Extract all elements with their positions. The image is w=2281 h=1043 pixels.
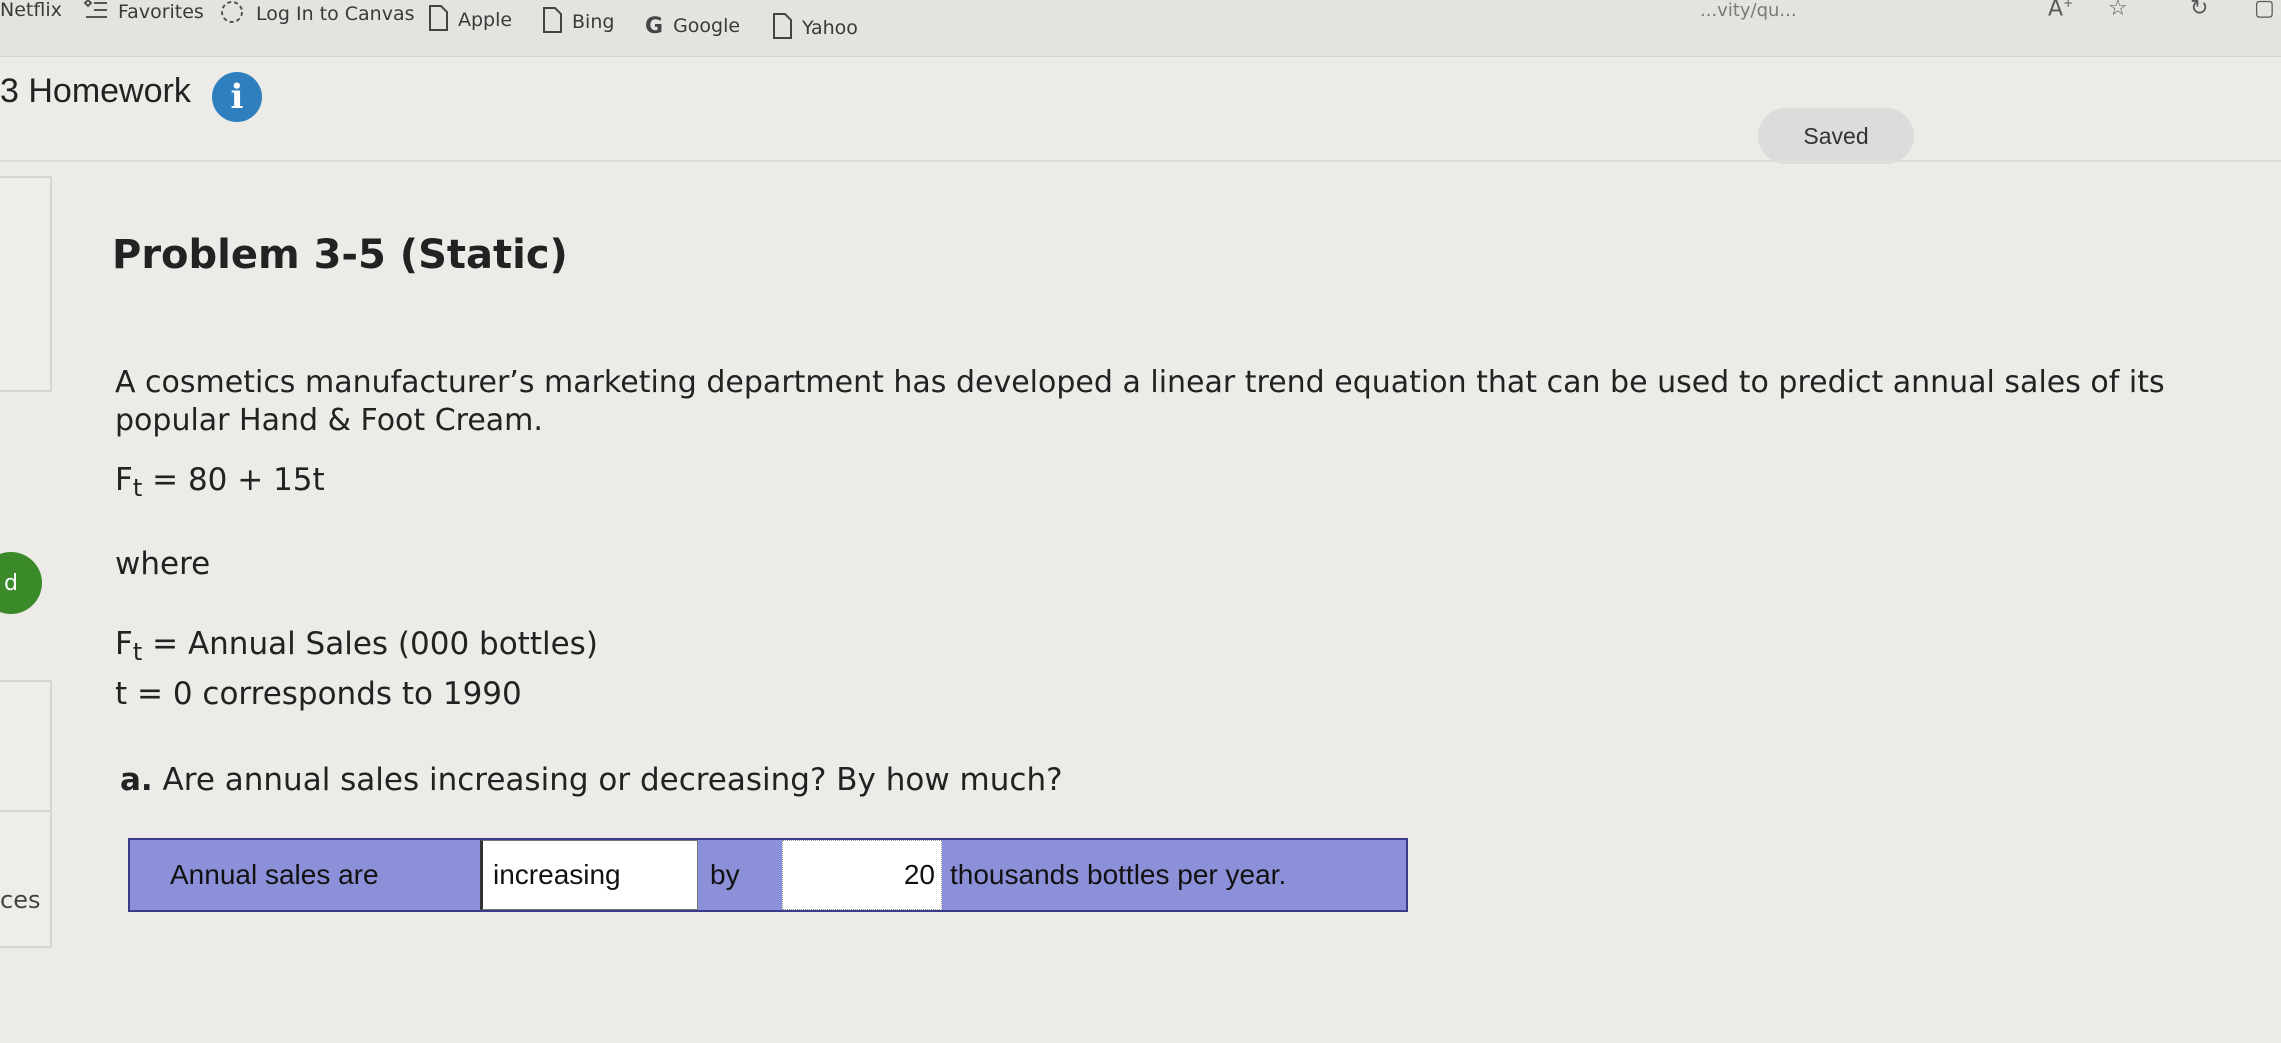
where-label: where <box>115 546 211 582</box>
equation-lhs: F <box>115 462 133 498</box>
info-icon[interactable]: i <box>212 72 262 122</box>
canvas-icon <box>218 0 256 31</box>
question-letter: a. <box>120 762 153 798</box>
sidebar-panel-middle[interactable] <box>0 680 52 814</box>
answer-table: Annual sales are increasing by 20 thousa… <box>128 838 1408 912</box>
bookmark-netflix[interactable]: Netflix <box>0 0 62 30</box>
assignment-title: 3 Homework <box>0 72 191 110</box>
equation-rhs: = 80 + 15t <box>142 462 325 498</box>
saved-status-badge: Saved <box>1758 108 1914 164</box>
answer-label-units: thousands bottles per year. <box>942 840 1406 910</box>
question-a: a. Are annual sales increasing or decrea… <box>120 762 1063 798</box>
google-g-icon: G <box>645 13 664 39</box>
bookmark-favorites[interactable]: Favorites <box>82 0 204 32</box>
bookmark-label: Netflix <box>0 0 62 21</box>
problem-statement: A cosmetics manufacturer’s marketing dep… <box>115 365 2165 438</box>
definition-ft: Ft = Annual Sales (000 bottles) <box>115 626 598 666</box>
problem-title: Problem 3-5 (Static) <box>112 232 568 278</box>
header-divider <box>0 160 2281 162</box>
definition-t: t = 0 corresponds to 1990 <box>115 676 522 712</box>
question-text: Are annual sales increasing or decreasin… <box>152 762 1063 798</box>
favorites-list-icon <box>82 0 118 26</box>
bookmark-apple[interactable]: Apple <box>428 0 512 40</box>
page-icon <box>542 6 572 38</box>
address-bar-fragment[interactable]: ...vity/qu... <box>1700 0 1797 21</box>
definition-rhs: = Annual Sales (000 bottles) <box>142 626 598 662</box>
bookmark-google[interactable]: G Google <box>645 6 740 46</box>
definition-subscript: t <box>132 638 143 666</box>
bookmark-label: Log In to Canvas <box>256 3 415 25</box>
equation-subscript: t <box>132 474 143 502</box>
trend-equation: Ft = 80 + 15t <box>115 462 325 502</box>
sidebar-cut-label: ces <box>0 886 41 914</box>
amount-input[interactable]: 20 <box>782 840 942 910</box>
bookmark-bing[interactable]: Bing <box>542 2 614 42</box>
bookmark-yahoo[interactable]: Yahoo <box>772 8 858 48</box>
sidebar-panel-top[interactable] <box>0 176 52 392</box>
definition-lhs: F <box>115 626 133 662</box>
bookmark-label: Favorites <box>118 1 204 23</box>
bookmark-canvas[interactable]: Log In to Canvas <box>218 0 415 34</box>
font-size-icon[interactable]: A+ <box>2048 0 2073 21</box>
sidebar-panel-bottom[interactable] <box>0 810 52 948</box>
bookmark-label: Apple <box>458 9 513 31</box>
bookmark-label: Bing <box>572 11 615 33</box>
bookmarks-bar: Netflix Favorites Log In to Canvas Apple… <box>0 0 2281 57</box>
bookmark-label: Yahoo <box>802 17 858 39</box>
star-icon[interactable]: ☆ <box>2108 0 2128 21</box>
page-icon <box>772 12 802 44</box>
page-icon <box>428 4 458 36</box>
answer-label-by: by <box>698 840 782 910</box>
direction-select[interactable]: increasing <box>480 840 698 910</box>
refresh-icon[interactable]: ↻ <box>2190 0 2208 21</box>
sidebar-status-pill[interactable]: d <box>0 552 42 614</box>
answer-label-sales: Annual sales are <box>130 840 480 910</box>
bookmark-label: Google <box>673 15 741 37</box>
window-icon[interactable]: ▢ <box>2254 0 2275 21</box>
